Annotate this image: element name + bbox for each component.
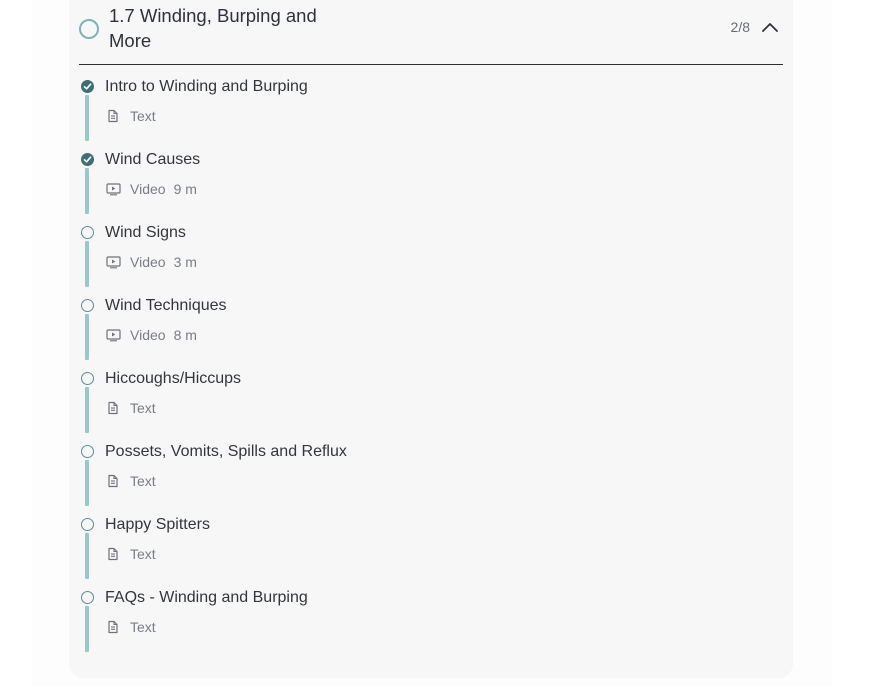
incomplete-circle-icon — [81, 226, 94, 239]
lesson-item[interactable]: Intro to Winding and Burping Text — [79, 73, 783, 146]
lesson-type: Text — [130, 400, 156, 416]
lesson-progress-bar — [85, 95, 89, 141]
module-title: 1.7 Winding, Burping and More — [109, 5, 317, 51]
lesson-title[interactable]: FAQs - Winding and Burping — [105, 589, 308, 607]
completed-check-icon — [81, 80, 94, 93]
lesson-title[interactable]: Wind Techniques — [105, 297, 227, 315]
module-card: 1.7 Winding, Burping and More 2/8 Intro … — [69, 0, 793, 678]
video-icon — [106, 182, 121, 196]
video-icon — [106, 255, 121, 269]
lesson-item[interactable]: Wind Signs Video 3 m — [79, 219, 783, 292]
lesson-progress-bar — [85, 606, 89, 652]
lesson-title[interactable]: Hiccoughs/Hiccups — [105, 370, 241, 388]
lesson-type: Video — [130, 254, 166, 270]
lesson-item[interactable]: Wind Techniques Video 8 m — [79, 292, 783, 365]
lesson-meta: Text — [106, 400, 156, 416]
lesson-item[interactable]: Possets, Vomits, Spills and Reflux Text — [79, 438, 783, 511]
chevron-up-icon[interactable] — [761, 18, 779, 36]
lesson-title[interactable]: Intro to Winding and Burping — [105, 78, 308, 96]
module-progress-count: 2/8 — [730, 19, 750, 35]
incomplete-circle-icon — [81, 591, 94, 604]
lesson-item[interactable]: Wind Causes Video 9 m — [79, 146, 783, 219]
video-icon — [106, 328, 121, 342]
lesson-type: Text — [130, 619, 156, 635]
lesson-item[interactable]: Happy Spitters Text — [79, 511, 783, 584]
lesson-type: Video — [130, 327, 166, 343]
lesson-duration: 3 m — [173, 254, 197, 270]
document-icon — [106, 547, 121, 561]
document-icon — [106, 620, 121, 634]
lesson-meta: Video 9 m — [106, 181, 197, 197]
module-status-circle-icon — [79, 19, 99, 39]
incomplete-circle-icon — [81, 299, 94, 312]
lesson-progress-bar — [85, 533, 89, 579]
lesson-meta: Text — [106, 108, 156, 124]
incomplete-circle-icon — [81, 445, 94, 458]
lesson-meta: Video 3 m — [106, 254, 197, 270]
lesson-title[interactable]: Wind Causes — [105, 151, 200, 169]
lesson-progress-bar — [85, 241, 89, 287]
incomplete-circle-icon — [81, 518, 94, 531]
document-icon — [106, 109, 121, 123]
incomplete-circle-icon — [81, 372, 94, 385]
lesson-meta: Text — [106, 546, 156, 562]
module-header[interactable]: 1.7 Winding, Burping and More 2/8 — [79, 0, 783, 65]
lesson-progress-bar — [85, 314, 89, 360]
lesson-progress-bar — [85, 460, 89, 506]
lesson-meta: Text — [106, 473, 156, 489]
lesson-title[interactable]: Happy Spitters — [105, 516, 210, 534]
lesson-list: Intro to Winding and Burping Text Wind C… — [79, 73, 783, 657]
lesson-progress-bar — [85, 168, 89, 214]
lesson-meta: Video 8 m — [106, 327, 197, 343]
lesson-duration: 8 m — [173, 327, 197, 343]
lesson-type: Text — [130, 473, 156, 489]
lesson-title[interactable]: Possets, Vomits, Spills and Reflux — [105, 443, 347, 461]
lesson-title[interactable]: Wind Signs — [105, 224, 186, 242]
lesson-type: Text — [130, 546, 156, 562]
lesson-item[interactable]: FAQs - Winding and Burping Text — [79, 584, 783, 657]
lesson-duration: 9 m — [173, 181, 197, 197]
lesson-type: Video — [130, 181, 166, 197]
lesson-progress-bar — [85, 387, 89, 433]
lesson-type: Text — [130, 108, 156, 124]
lesson-item[interactable]: Hiccoughs/Hiccups Text — [79, 365, 783, 438]
lesson-meta: Text — [106, 619, 156, 635]
completed-check-icon — [81, 153, 94, 166]
document-icon — [106, 401, 121, 415]
document-icon — [106, 474, 121, 488]
